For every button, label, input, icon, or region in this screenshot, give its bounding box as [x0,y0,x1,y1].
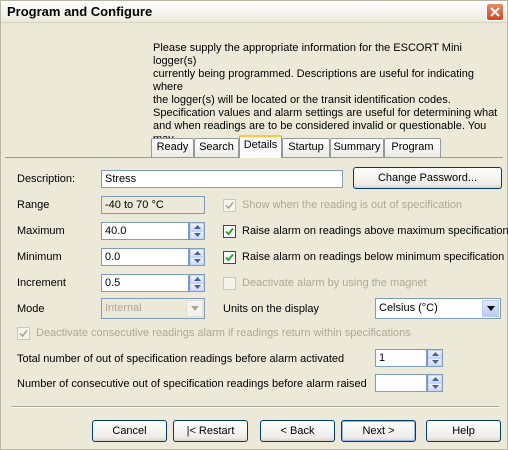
footer-separator [11,406,499,408]
arrow-down-icon [193,259,201,263]
check-icon [225,227,234,235]
dropdown-button[interactable] [186,300,203,317]
arrow-down-icon [193,285,201,289]
units-select-value: Celsius (°C) [379,302,438,314]
maximum-input[interactable]: 40.0 [101,222,189,240]
checkbox-box [17,326,30,340]
tab-details[interactable]: Details [239,135,282,158]
checkbox-box [223,250,236,264]
check-icon [19,329,28,337]
maximum-label: Maximum [17,225,65,237]
consecutive-out-label: Number of consecutive out of specificati… [17,378,367,390]
back-button[interactable]: < Back [260,420,335,442]
window-title: Program and Configure [7,4,153,19]
units-label: Units on the display [223,303,319,315]
mode-select[interactable]: Internal [101,298,205,319]
increment-input[interactable]: 0.5 [101,274,189,292]
mode-label: Mode [17,303,45,315]
spin-up-button[interactable] [428,375,442,383]
info-line: the logger(s) will be located or the tra… [153,94,451,106]
total-out-label: Total number of out of specification rea… [17,353,345,365]
increment-label: Increment [17,277,66,289]
chevron-down-icon [190,306,199,311]
spin-down-button[interactable] [428,358,442,366]
tab-summary[interactable]: Summary [330,138,384,157]
arrow-down-icon [431,360,439,364]
title-bar[interactable]: Program and Configure [1,1,507,23]
spin-down-button[interactable] [190,283,204,291]
minimum-spinner[interactable] [189,248,205,266]
range-label: Range [17,199,50,211]
chevron-down-icon [486,306,495,311]
program-configure-dialog: Program and Configure Please supply the … [0,0,508,450]
checkbox-box [223,198,236,212]
mode-select-value: Internal [105,302,142,314]
check-icon [225,253,234,261]
checkbox-box [223,276,236,290]
raise-above-checkbox[interactable]: Raise alarm on readings above maximum sp… [223,224,508,238]
minimum-input[interactable]: 0.0 [101,248,189,266]
deactivate-magnet-checkbox[interactable]: Deactivate alarm by using the magnet [223,276,427,290]
checkbox-label: Raise alarm on readings below minimum sp… [242,251,505,263]
units-select[interactable]: Celsius (°C) [375,298,501,319]
arrow-up-icon [431,352,439,356]
increment-spinner[interactable] [189,274,205,292]
cancel-button[interactable]: Cancel [92,420,167,442]
check-icon [225,201,234,209]
arrow-down-icon [431,385,439,389]
arrow-up-icon [193,277,201,281]
consecutive-out-spinner[interactable] [427,374,443,392]
total-out-spinner[interactable] [427,349,443,367]
spin-down-button[interactable] [428,383,442,391]
range-value: -40 to 70 °C [101,196,205,214]
spin-up-button[interactable] [428,350,442,358]
tab-ready[interactable]: Ready [151,138,194,157]
arrow-up-icon [193,225,201,229]
deactivate-consecutive-checkbox[interactable]: Deactivate consecutive readings alarm if… [17,326,411,340]
tab-startup[interactable]: Startup [282,138,330,157]
help-button[interactable]: Help [426,420,501,442]
maximum-spinner[interactable] [189,222,205,240]
info-line: Specification values and alarm settings … [153,107,498,119]
consecutive-out-input[interactable] [375,374,427,392]
spin-up-button[interactable] [190,223,204,231]
tab-program[interactable]: Program [384,138,441,157]
checkbox-box [223,224,236,238]
description-label: Description: [17,173,76,185]
checkbox-label: Show when the reading is out of specific… [242,199,463,211]
total-out-input[interactable]: 1 [375,349,427,367]
raise-below-checkbox[interactable]: Raise alarm on readings below minimum sp… [223,250,504,264]
show-out-of-spec-checkbox[interactable]: Show when the reading is out of specific… [223,198,462,212]
description-input[interactable]: Stress [101,170,343,188]
info-line: Please supply the appropriate informatio… [153,42,462,67]
close-icon [490,7,500,17]
spin-up-button[interactable] [190,249,204,257]
arrow-up-icon [193,251,201,255]
restart-button[interactable]: |< Restart [173,420,248,442]
minimum-label: Minimum [17,251,62,263]
tab-search[interactable]: Search [194,138,239,157]
dropdown-button[interactable] [482,300,499,317]
arrow-up-icon [431,377,439,381]
checkbox-label: Deactivate consecutive readings alarm if… [36,327,411,339]
spin-down-button[interactable] [190,257,204,265]
arrow-down-icon [193,233,201,237]
spin-down-button[interactable] [190,231,204,239]
change-password-button[interactable]: Change Password... [353,167,502,189]
spin-up-button[interactable] [190,275,204,283]
close-button[interactable] [486,3,504,21]
info-line: currently being programmed. Descriptions… [153,68,474,93]
checkbox-label: Raise alarm on readings above maximum sp… [242,225,508,237]
checkbox-label: Deactivate alarm by using the magnet [242,277,427,289]
next-button[interactable]: Next > [341,420,416,442]
